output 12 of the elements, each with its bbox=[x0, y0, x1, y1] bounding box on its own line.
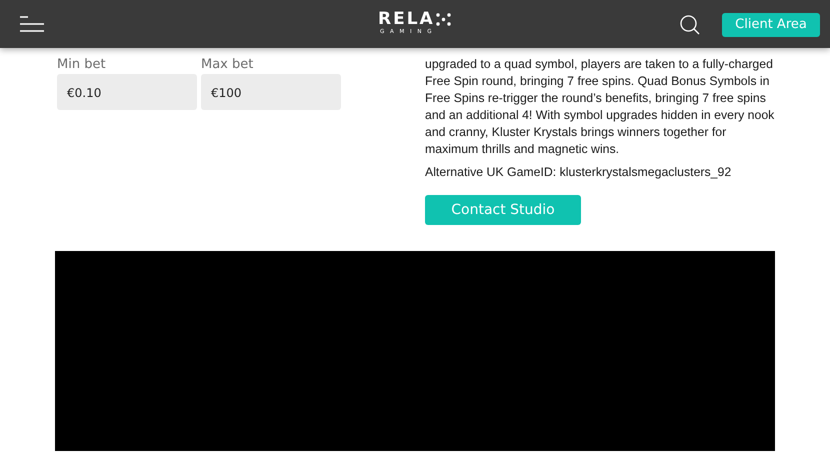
logo-text: RELA bbox=[378, 11, 435, 28]
contact-studio-button[interactable]: Contact Studio bbox=[425, 195, 581, 225]
bet-label: Min bet bbox=[57, 56, 107, 74]
search-icon[interactable] bbox=[680, 15, 700, 35]
menu-icon[interactable] bbox=[20, 16, 44, 32]
bet-label: Max bet bbox=[201, 56, 254, 74]
bet-value-field: €0.10 bbox=[57, 74, 197, 110]
dots-icon bbox=[436, 13, 451, 26]
game-id-text: Alternative UK GameID: klusterkrystalsmegaclusters_92 bbox=[425, 164, 732, 181]
description-paragraph: upgraded to a quad symbol, players are taken to a fully-charged Free Spin round, bringing 7 free spins. Quad Bonus Symbols in Free Spins re-trigger the round’s benefits, bringing 7 free spins and an additional 4! With symbol upgrades hidden in every nook and cranny, Kluster Krystals brings winners together for maximum thrills and magnetic wins. bbox=[425, 56, 775, 158]
bet-value-field: €100 bbox=[201, 74, 341, 110]
client-area-button[interactable]: Client Area bbox=[722, 13, 820, 37]
